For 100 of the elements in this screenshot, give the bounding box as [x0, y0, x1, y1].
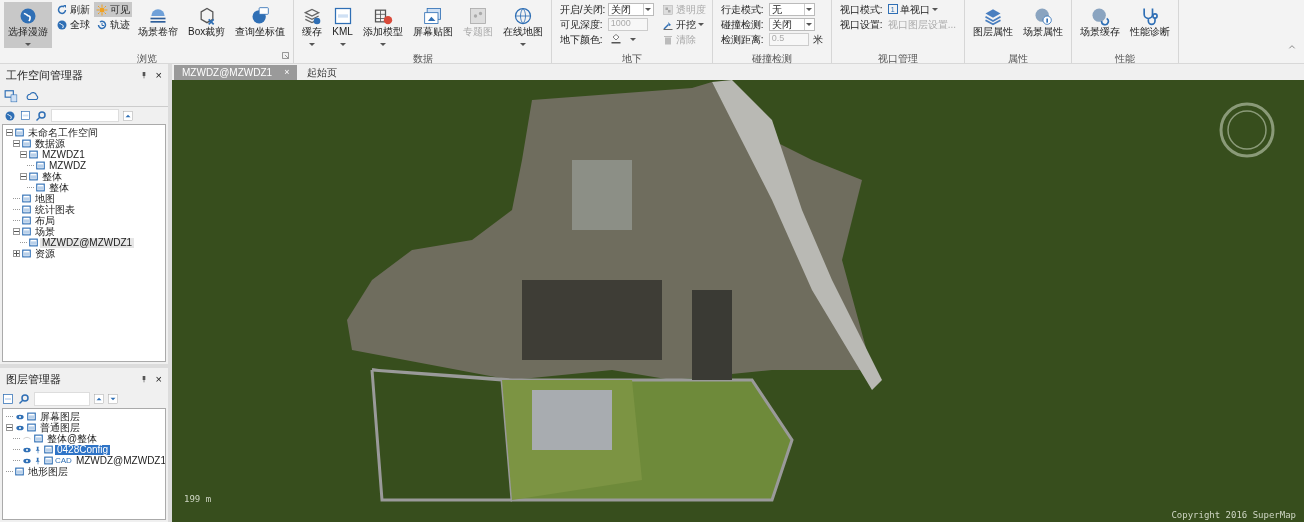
collapse-toggle[interactable] [13, 140, 20, 147]
globe-info-icon [1033, 6, 1054, 26]
field-label: 地下颜色: [559, 32, 604, 47]
caret-icon [806, 7, 813, 11]
caret-icon [806, 22, 813, 26]
ribbon-button[interactable]: 缓存 [298, 2, 327, 48]
tree-item[interactable]: 数据源 [33, 138, 67, 149]
trash-icon [661, 33, 674, 46]
ribbon-button[interactable]: 屏幕贴图 [408, 2, 457, 48]
group-label: 属性 [1008, 53, 1029, 64]
search-field[interactable] [51, 109, 119, 122]
ribbon-button[interactable]: 查询坐标值 [231, 2, 290, 48]
ribbon-button[interactable]: 场景属性 [1019, 2, 1068, 48]
ribbon-button[interactable]: 添加模型 [358, 2, 407, 48]
node-icon [22, 139, 31, 148]
dropdown-field[interactable]: 无 [768, 2, 815, 16]
tree-item[interactable]: 地形图层 [26, 466, 70, 477]
picture-icon [422, 6, 443, 26]
expand-toggle[interactable] [13, 250, 20, 257]
tree-item[interactable]: MZWDZ [47, 160, 89, 171]
stethoscope-icon [1140, 6, 1161, 26]
tree-item[interactable]: 地图 [33, 193, 57, 204]
caret-icon [645, 7, 652, 11]
node-icon [27, 423, 36, 432]
ribbon-button[interactable]: Box裁剪 [184, 2, 230, 48]
picture-icon [467, 6, 488, 26]
node-icon [22, 249, 31, 258]
field-label: 视口模式: [839, 2, 884, 17]
eye-icon[interactable] [22, 456, 32, 465]
node-icon [36, 161, 45, 170]
collapse-toggle[interactable] [20, 151, 27, 158]
tree-item[interactable]: 整体 [47, 182, 71, 193]
tree-item[interactable]: MZWDZ1 [40, 149, 87, 160]
ribbon-button[interactable]: 开挖 [659, 17, 708, 32]
globe-comment-icon [250, 6, 271, 26]
field-label: 碰撞检测: [720, 17, 765, 32]
document-tab[interactable]: 起始页 [299, 65, 346, 80]
ribbon-button[interactable]: 全球 [54, 17, 92, 32]
tree-item[interactable]: 整体@整体 [45, 433, 100, 444]
tree-item[interactable]: MZWDZ@MZWDZ1 [40, 237, 135, 248]
ribbon-button[interactable]: 在线地图 [498, 2, 547, 48]
scene-view[interactable]: 199 m Copyright 2016 SuperMap [172, 80, 1304, 522]
globe-cursor-icon [18, 6, 38, 26]
group-label: 浏览 [136, 53, 157, 64]
collapse-toggle[interactable] [13, 228, 20, 235]
collapse-toggle[interactable] [20, 173, 27, 180]
ribbon-button[interactable]: 图层属性 [969, 2, 1018, 48]
globe-icon [512, 6, 533, 26]
tree-item[interactable]: MZWDZ@MZWDZ1 [73, 455, 165, 466]
collapse-toggle[interactable] [6, 424, 13, 431]
node-icon [34, 434, 43, 443]
pin-icon [34, 445, 42, 454]
ribbon-button[interactable]: 选择漫游 [4, 2, 52, 48]
ribbon-button[interactable]: 场景卷帘 [134, 2, 182, 48]
node-icon [22, 205, 31, 214]
eye-icon[interactable] [15, 423, 25, 432]
eye-icon[interactable] [22, 445, 32, 454]
dialog-launcher-icon[interactable] [282, 52, 290, 59]
node-icon [29, 150, 38, 159]
tree-item[interactable]: 0428Config [55, 444, 111, 455]
tree-item[interactable]: 未命名工作空间 [26, 127, 100, 138]
group-label: 视口管理 [877, 53, 918, 64]
field-label: 检测距离: [720, 32, 765, 47]
caret-icon [629, 37, 636, 41]
tree-item[interactable]: 布局 [33, 215, 57, 226]
refresh-icon [56, 3, 68, 16]
tree-item[interactable]: 屏幕图层 [38, 411, 82, 422]
close-button[interactable]: × [155, 69, 162, 81]
tree-item[interactable]: 场景 [33, 226, 57, 237]
sun-icon [96, 3, 108, 16]
tree-item[interactable]: 普通图层 [38, 422, 82, 433]
ribbon-button[interactable]: 性能诊断 [1126, 2, 1175, 48]
dropdown-field[interactable]: 关闭 [607, 2, 654, 16]
checker-icon [661, 3, 674, 16]
ribbon-button[interactable]: 刷新 [54, 2, 92, 17]
collapse-toggle[interactable] [6, 129, 13, 136]
ribbon-button[interactable]: 场景缓存 [1076, 2, 1125, 48]
node-icon [15, 128, 24, 137]
ribbon-button[interactable]: KML [328, 2, 357, 48]
ribbon-button[interactable]: 可见 [94, 2, 132, 17]
tree-item[interactable]: 资源 [33, 248, 57, 259]
layer-type-label: CAD [55, 456, 72, 465]
tree-item[interactable]: 统计图表 [33, 204, 77, 215]
field-label: 行走模式: [720, 2, 765, 17]
node-icon [44, 456, 53, 465]
search-field[interactable] [34, 392, 90, 406]
panel-title: 工作空间管理器 [6, 67, 83, 83]
node-icon [22, 216, 31, 225]
globe-icon [56, 18, 68, 31]
tree-item[interactable]: 整体 [40, 171, 64, 182]
eye-icon[interactable] [15, 412, 25, 421]
node-icon [15, 467, 24, 476]
compass-icon[interactable] [1219, 102, 1275, 158]
node-icon [29, 238, 38, 247]
close-button[interactable]: × [155, 373, 162, 385]
node-icon [22, 227, 31, 236]
pin-icon [34, 456, 42, 465]
ribbon-button[interactable]: 轨迹 [94, 17, 132, 32]
paint-bucket-icon [609, 33, 622, 45]
dropdown-field[interactable]: 关闭 [768, 17, 815, 31]
